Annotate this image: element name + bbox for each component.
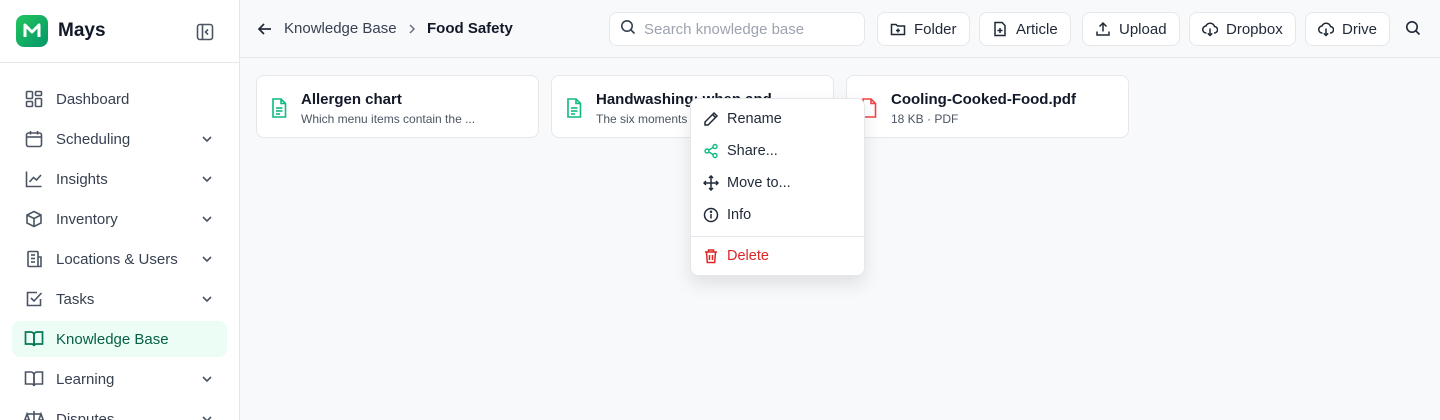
sidebar-item-learning[interactable]: Learning bbox=[12, 361, 227, 397]
info-icon bbox=[703, 207, 719, 223]
sidebar-item-disputes[interactable]: Disputes bbox=[12, 401, 227, 420]
sidebar-item-label: Insights bbox=[56, 170, 108, 188]
file-text-icon bbox=[271, 98, 287, 118]
breadcrumb-current: Food Safety bbox=[427, 20, 513, 37]
chevron-down-icon bbox=[199, 171, 215, 187]
share-icon bbox=[703, 143, 719, 159]
collapse-sidebar-icon[interactable] bbox=[195, 22, 215, 42]
sidebar-nav: Dashboard Scheduling Insights Inventory … bbox=[0, 63, 239, 420]
trash-icon bbox=[703, 248, 719, 264]
menu-item-share[interactable]: Share... bbox=[691, 135, 864, 167]
sidebar-item-label: Knowledge Base bbox=[56, 330, 169, 348]
sidebar-item-scheduling[interactable]: Scheduling bbox=[12, 121, 227, 157]
card-subtitle: 18 KB · PDF bbox=[891, 112, 959, 126]
new-folder-button[interactable]: Folder bbox=[877, 12, 970, 46]
card-subtitle: Which menu items contain the ... bbox=[301, 112, 476, 126]
sidebar: Mays Dashboard Scheduling Insights Inven… bbox=[0, 0, 240, 420]
sidebar-item-dashboard[interactable]: Dashboard bbox=[12, 81, 227, 117]
sidebar-item-locations-users[interactable]: Locations & Users bbox=[12, 241, 227, 277]
building-icon bbox=[24, 249, 44, 269]
drive-button[interactable]: Drive bbox=[1305, 12, 1391, 46]
book-icon bbox=[24, 369, 44, 389]
page-header: Knowledge Base Food Safety Folder Articl… bbox=[240, 0, 1440, 58]
move-icon bbox=[703, 175, 719, 191]
upload-label: Upload bbox=[1119, 20, 1167, 38]
new-article-label: Article bbox=[1016, 20, 1058, 38]
new-article-button[interactable]: Article bbox=[979, 12, 1071, 46]
sidebar-item-knowledge-base[interactable]: Knowledge Base bbox=[12, 321, 227, 357]
cloud-download-icon bbox=[1318, 21, 1334, 37]
line-chart-icon bbox=[24, 169, 44, 189]
sidebar-item-inventory[interactable]: Inventory bbox=[12, 201, 227, 237]
dropbox-button[interactable]: Dropbox bbox=[1189, 12, 1296, 46]
chevron-down-icon bbox=[199, 291, 215, 307]
article-card[interactable]: Allergen chart Which menu items contain … bbox=[256, 75, 539, 138]
menu-item-move[interactable]: Move to... bbox=[691, 167, 864, 199]
sidebar-item-label: Learning bbox=[56, 370, 115, 388]
menu-item-info[interactable]: Info bbox=[691, 199, 864, 231]
dropbox-label: Dropbox bbox=[1226, 20, 1283, 38]
checkbox-icon bbox=[24, 289, 44, 309]
drive-label: Drive bbox=[1342, 20, 1378, 38]
pencil-icon bbox=[703, 111, 719, 127]
chevron-down-icon bbox=[199, 371, 215, 387]
chevron-down-icon bbox=[199, 211, 215, 227]
back-arrow-icon[interactable] bbox=[256, 19, 274, 39]
menu-item-label: Move to... bbox=[727, 175, 791, 191]
sidebar-item-label: Dashboard bbox=[56, 90, 130, 108]
sidebar-item-label: Tasks bbox=[56, 290, 95, 308]
chevron-down-icon bbox=[199, 411, 215, 420]
upload-button[interactable]: Upload bbox=[1082, 12, 1180, 46]
chevron-down-icon bbox=[199, 251, 215, 267]
menu-item-rename[interactable]: Rename bbox=[691, 103, 864, 135]
sidebar-item-insights[interactable]: Insights bbox=[12, 161, 227, 197]
card-title: Cooling-Cooked-Food.pdf bbox=[891, 91, 1076, 108]
file-plus-icon bbox=[992, 21, 1008, 37]
menu-item-label: Rename bbox=[727, 111, 782, 127]
calendar-icon bbox=[24, 129, 44, 149]
upload-icon bbox=[1095, 21, 1111, 37]
sidebar-item-label: Inventory bbox=[56, 210, 118, 228]
breadcrumb-knowledge-base[interactable]: Knowledge Base bbox=[284, 20, 397, 37]
search-icon[interactable] bbox=[1405, 20, 1423, 38]
sidebar-item-label: Scheduling bbox=[56, 130, 131, 148]
search-box[interactable] bbox=[609, 12, 865, 46]
grid-icon bbox=[24, 89, 44, 109]
book-open-icon bbox=[24, 329, 44, 349]
package-icon bbox=[24, 209, 44, 229]
menu-divider bbox=[691, 236, 864, 237]
pdf-card[interactable]: Cooling-Cooked-Food.pdf 18 KB · PDF bbox=[846, 75, 1129, 138]
sidebar-item-label: Locations & Users bbox=[56, 250, 178, 268]
chevron-right-icon bbox=[406, 22, 418, 36]
menu-item-delete[interactable]: Delete bbox=[691, 240, 864, 272]
scale-icon bbox=[24, 409, 44, 420]
card-title: Allergen chart bbox=[301, 91, 402, 108]
cloud-download-icon bbox=[1202, 21, 1218, 37]
search-input[interactable] bbox=[644, 20, 854, 38]
brand: Mays bbox=[0, 0, 239, 63]
menu-item-label: Delete bbox=[727, 248, 769, 264]
new-folder-label: Folder bbox=[914, 20, 957, 38]
menu-item-label: Share... bbox=[727, 143, 778, 159]
sidebar-item-tasks[interactable]: Tasks bbox=[12, 281, 227, 317]
file-text-icon bbox=[566, 98, 582, 118]
folder-plus-icon bbox=[890, 21, 906, 37]
logo-icon bbox=[16, 15, 48, 47]
sidebar-item-label: Disputes bbox=[56, 410, 115, 420]
app-name: Mays bbox=[58, 20, 106, 41]
search-icon bbox=[620, 19, 636, 40]
menu-item-label: Info bbox=[727, 207, 752, 223]
context-menu: Rename Share... Move to... Info Delete bbox=[690, 98, 865, 276]
chevron-down-icon bbox=[199, 131, 215, 147]
